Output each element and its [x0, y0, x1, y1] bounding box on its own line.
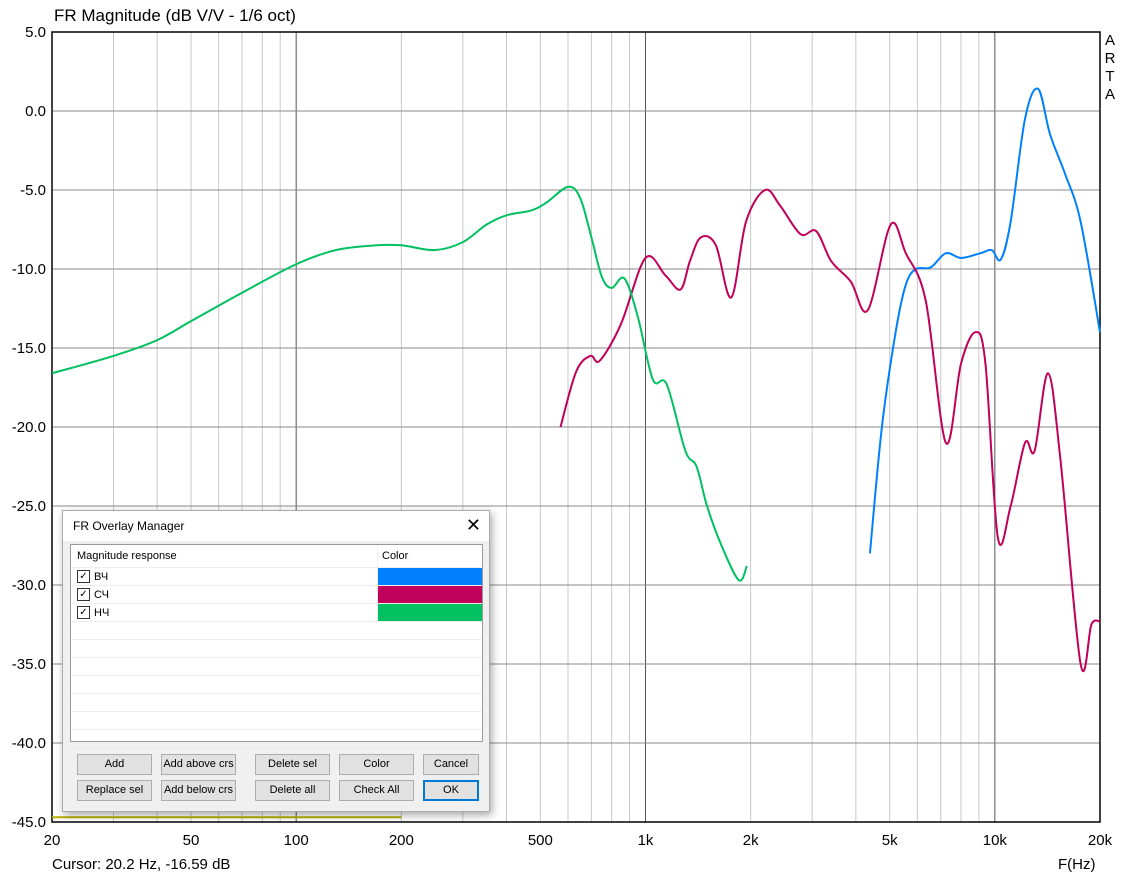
series-line-ВЧ — [868, 87, 1101, 554]
fr-overlay-manager-dialog: FR Overlay Manager ✕ Magnitude response … — [62, 510, 490, 812]
overlay-name: НЧ — [94, 606, 110, 619]
overlay-name: ВЧ — [94, 570, 109, 583]
y-tick-label: -10.0 — [12, 261, 46, 278]
close-icon[interactable]: ✕ — [466, 515, 481, 536]
ok-button[interactable]: OK — [423, 780, 479, 801]
color-swatch[interactable] — [378, 586, 482, 603]
y-tick-label: -40.0 — [12, 735, 46, 752]
x-tick-label: 20k — [1088, 832, 1113, 849]
y-tick-label: 5.0 — [25, 24, 46, 41]
x-axis-label: F(Hz) — [1058, 856, 1096, 873]
delete-all-button[interactable]: Delete all — [255, 780, 330, 801]
y-tick-label: -20.0 — [12, 419, 46, 436]
overlay-list[interactable]: Magnitude response Color ✓ ВЧ ✓ СЧ ✓ НЧ — [70, 544, 483, 748]
color-swatch[interactable] — [378, 604, 482, 621]
chart-title: FR Magnitude (dB V/V - 1/6 oct) — [54, 6, 296, 25]
add-below-crs-button[interactable]: Add below crs — [161, 780, 236, 801]
x-tick-label: 20 — [44, 832, 61, 849]
color-swatch[interactable] — [378, 568, 482, 585]
col-color-header: Color — [382, 550, 409, 562]
replace-sel-button[interactable]: Replace sel — [77, 780, 152, 801]
x-tick-label: 500 — [528, 832, 553, 849]
overlay-name: СЧ — [94, 588, 109, 601]
y-tick-label: -45.0 — [12, 814, 46, 831]
delete-sel-button[interactable]: Delete sel — [255, 754, 330, 775]
x-tick-label: 200 — [389, 832, 414, 849]
x-tick-label: 5k — [882, 832, 898, 849]
checkbox[interactable]: ✓ — [77, 606, 90, 619]
list-item[interactable]: ✓ НЧ — [71, 604, 482, 622]
col-name-header: Magnitude response — [71, 545, 378, 567]
y-tick-label: -25.0 — [12, 498, 46, 515]
add-button[interactable]: Add — [77, 754, 152, 775]
check-all-button[interactable]: Check All — [339, 780, 414, 801]
checkbox[interactable]: ✓ — [77, 588, 90, 601]
y-tick-label: -5.0 — [20, 182, 46, 199]
cancel-button[interactable]: Cancel — [423, 754, 479, 775]
x-tick-label: 10k — [983, 832, 1008, 849]
series-line-СЧ — [559, 188, 1101, 673]
y-tick-label: -15.0 — [12, 340, 46, 357]
dialog-title: FR Overlay Manager — [73, 519, 185, 533]
x-tick-label: 50 — [183, 832, 200, 849]
x-tick-label: 100 — [284, 832, 309, 849]
y-tick-label: -35.0 — [12, 656, 46, 673]
list-header: Magnitude response Color — [71, 545, 482, 568]
y-tick-label: 0.0 — [25, 103, 46, 120]
cursor-readout: Cursor: 20.2 Hz, -16.59 dB — [52, 856, 231, 873]
color-button[interactable]: Color — [339, 754, 414, 775]
y-tick-label: -30.0 — [12, 577, 46, 594]
list-item[interactable]: ✓ СЧ — [71, 586, 482, 604]
arta-watermark: ARTA — [1104, 32, 1116, 103]
add-above-crs-button[interactable]: Add above crs — [161, 754, 236, 775]
checkbox[interactable]: ✓ — [77, 570, 90, 583]
x-tick-label: 1k — [638, 832, 654, 849]
dialog-titlebar[interactable]: FR Overlay Manager ✕ — [63, 511, 489, 541]
list-item[interactable]: ✓ ВЧ — [71, 568, 482, 586]
x-tick-label: 2k — [743, 832, 759, 849]
